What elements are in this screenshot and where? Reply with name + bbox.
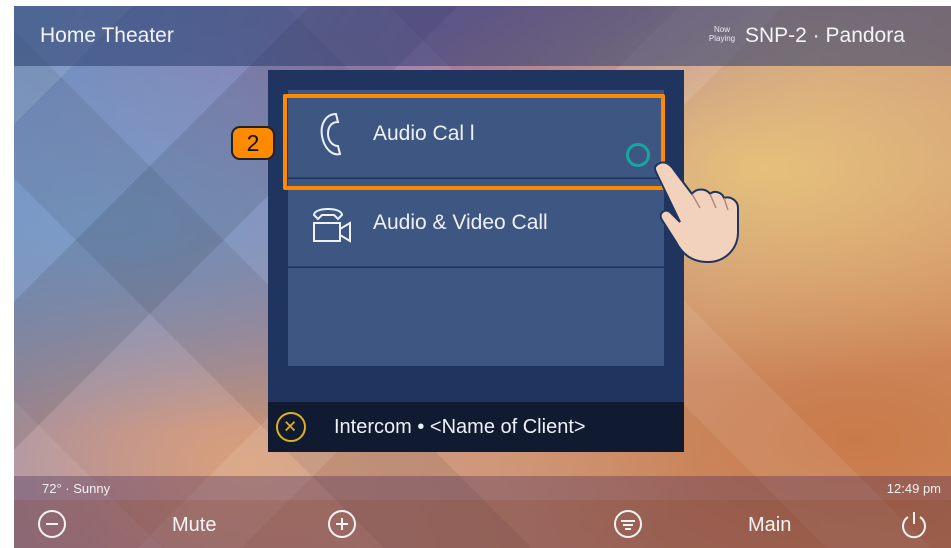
power-icon[interactable] <box>898 508 930 540</box>
selection-indicator <box>626 143 650 167</box>
audio-video-call-option[interactable]: Audio & Video Call <box>288 179 664 267</box>
volume-down-icon[interactable] <box>36 508 68 540</box>
main-button[interactable]: Main <box>748 514 791 537</box>
volume-up-icon[interactable] <box>326 508 358 540</box>
clock: 12:49 pm <box>886 481 941 496</box>
weather-readout: 72° · Sunny <box>42 481 111 496</box>
video-phone-icon <box>312 208 351 243</box>
call-type-dialog: Audio Cal l Audio & Video Call <box>268 70 684 450</box>
audio-video-call-label: Audio & Video Call <box>373 211 548 234</box>
now-playing-source[interactable]: SNP-2 · Pandora <box>745 24 905 48</box>
audio-call-label: Audio Cal l <box>373 122 475 145</box>
menu-circle-icon[interactable] <box>612 508 644 540</box>
now-playing-line2: Playing <box>708 34 736 43</box>
status-strip: 72° · Sunny 12:49 pm <box>14 476 951 500</box>
pointing-hand-icon <box>653 161 739 264</box>
step-number-badge: 2 <box>231 126 275 160</box>
room-title[interactable]: Home Theater <box>40 24 174 48</box>
intercom-client-label: Intercom • <Name of Client> <box>334 416 586 438</box>
close-circle-icon[interactable] <box>276 412 306 442</box>
mute-button[interactable]: Mute <box>172 514 216 537</box>
empty-option-slot <box>288 268 664 366</box>
phone-handset-icon <box>320 112 342 156</box>
bottom-bar: Mute Main <box>14 500 951 548</box>
top-bar: Home Theater Now Playing SNP-2 · Pandora <box>14 6 951 66</box>
now-playing-tag: Now Playing <box>707 25 737 43</box>
intercom-footer: Intercom • <Name of Client> <box>268 402 684 452</box>
audio-call-option[interactable]: Audio Cal l <box>288 90 664 178</box>
now-playing-line1: Now <box>713 25 730 34</box>
